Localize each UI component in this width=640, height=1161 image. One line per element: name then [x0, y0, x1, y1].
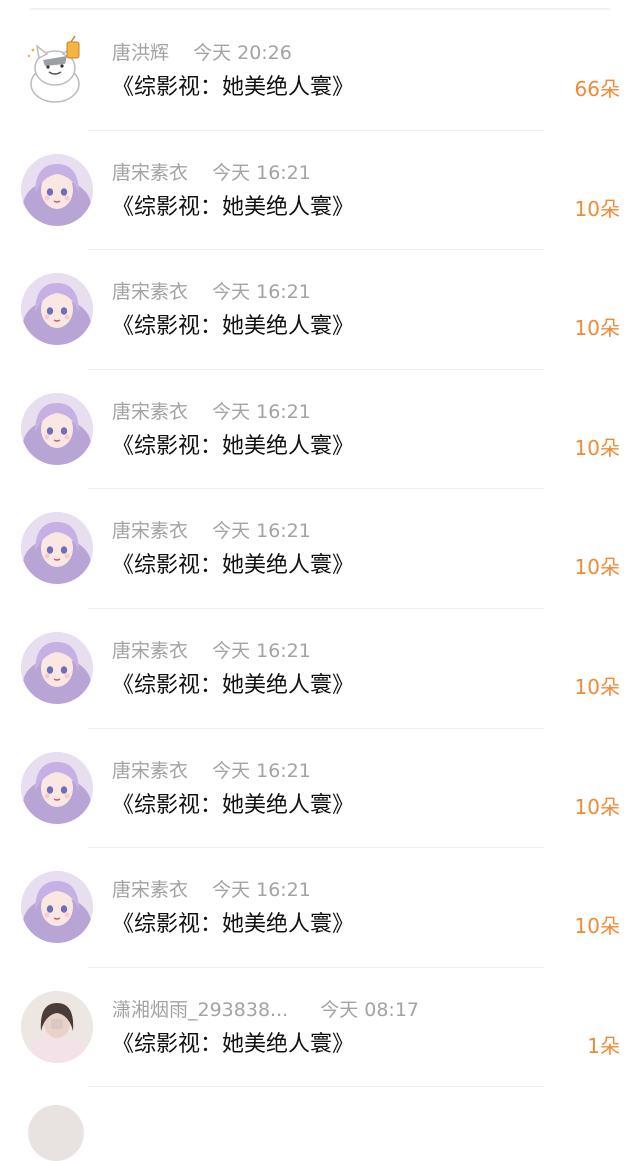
list-item[interactable]: 唐宋素衣 今天 16:21 《综影视：她美绝人寰》 10朵	[0, 370, 640, 490]
list-item[interactable]: 唐宋素衣 今天 16:21 《综影视：她美绝人寰》 10朵	[0, 609, 640, 729]
timestamp: 今天 20:26	[193, 42, 292, 64]
name-line: 唐宋素衣 今天 16:21	[112, 279, 311, 305]
name-line: 唐宋素衣 今天 16:21	[112, 160, 311, 186]
name-line: 唐宋素衣 今天 16:21	[112, 518, 311, 544]
timestamp: 今天 08:17	[320, 998, 419, 1021]
book-title[interactable]: 《综影视：她美绝人寰》	[112, 73, 354, 103]
timestamp: 今天 16:21	[212, 161, 311, 184]
anime-girl-avatar[interactable]	[21, 392, 93, 465]
anime-girl-avatar[interactable]	[21, 153, 93, 226]
timestamp: 今天 16:21	[212, 879, 311, 902]
book-title[interactable]: 《综影视：她美绝人寰》	[112, 1030, 354, 1060]
cat-avatar[interactable]	[21, 34, 93, 106]
book-title[interactable]: 《综影视：她美绝人寰》	[112, 551, 354, 581]
gift-record-list: 唐洪辉 今天 20:26 《综影视：她美绝人寰》 66朵 唐宋素衣 今天 16:…	[0, 11, 640, 1087]
name-line: 唐宋素衣 今天 16:21	[112, 758, 311, 784]
user-name[interactable]: 唐宋素衣	[112, 518, 188, 544]
user-name[interactable]: 唐宋素衣	[112, 758, 188, 784]
gift-count: 10朵	[574, 435, 620, 460]
user-name[interactable]: 唐宋素衣	[112, 399, 188, 425]
book-title[interactable]: 《综影视：她美绝人寰》	[112, 791, 354, 821]
gift-count: 10朵	[574, 674, 620, 699]
name-line: 潇湘烟雨_293838... 今天 08:17	[112, 997, 419, 1023]
next-avatar-peek	[28, 1105, 84, 1161]
name-line: 唐宋素衣 今天 16:21	[112, 638, 311, 664]
list-item[interactable]: 唐宋素衣 今天 16:21 《综影视：她美绝人寰》 10朵	[0, 489, 640, 609]
timestamp: 今天 16:21	[212, 520, 311, 543]
name-line: 唐宋素衣 今天 16:21	[112, 399, 311, 425]
list-item[interactable]: 潇湘烟雨_293838... 今天 08:17 《综影视：她美绝人寰》 1朵	[0, 968, 640, 1088]
list-item[interactable]: 唐宋素衣 今天 16:21 《综影视：她美绝人寰》 10朵	[0, 131, 640, 251]
name-line: 唐洪辉 今天 20:26	[112, 40, 292, 66]
list-item[interactable]: 唐宋素衣 今天 16:21 《综影视：她美绝人寰》 10朵	[0, 250, 640, 370]
gift-count: 10朵	[574, 794, 620, 819]
anime-girl-avatar[interactable]	[21, 631, 93, 704]
list-item[interactable]: 唐宋素衣 今天 16:21 《综影视：她美绝人寰》 10朵	[0, 848, 640, 968]
gift-count: 66朵	[574, 77, 620, 101]
photo-girl-avatar[interactable]	[21, 990, 93, 1063]
book-title[interactable]: 《综影视：她美绝人寰》	[112, 312, 354, 342]
book-title[interactable]: 《综影视：她美绝人寰》	[112, 193, 354, 223]
name-line: 唐宋素衣 今天 16:21	[112, 877, 311, 903]
user-name[interactable]: 唐宋素衣	[112, 877, 188, 903]
gift-count: 10朵	[574, 914, 620, 939]
book-title[interactable]: 《综影视：她美绝人寰》	[112, 671, 354, 701]
user-name[interactable]: 唐宋素衣	[112, 638, 188, 664]
timestamp: 今天 16:21	[212, 400, 311, 423]
gift-count: 1朵	[587, 1033, 620, 1058]
book-title[interactable]: 《综影视：她美绝人寰》	[112, 432, 354, 462]
gift-count: 10朵	[574, 555, 620, 580]
gift-count: 10朵	[574, 316, 620, 341]
user-name[interactable]: 潇湘烟雨_293838...	[112, 997, 288, 1023]
anime-girl-avatar[interactable]	[21, 871, 93, 944]
user-name[interactable]: 唐宋素衣	[112, 279, 188, 305]
user-name[interactable]: 唐宋素衣	[112, 160, 188, 186]
anime-girl-avatar[interactable]	[21, 273, 93, 346]
timestamp: 今天 16:21	[212, 639, 311, 662]
timestamp: 今天 16:21	[212, 759, 311, 782]
timestamp: 今天 16:21	[212, 281, 311, 304]
book-title[interactable]: 《综影视：她美绝人寰》	[112, 910, 354, 940]
list-item[interactable]: 唐洪辉 今天 20:26 《综影视：她美绝人寰》 66朵	[0, 11, 640, 131]
gift-count: 10朵	[574, 196, 620, 221]
anime-girl-avatar[interactable]	[21, 751, 93, 824]
anime-girl-avatar[interactable]	[21, 512, 93, 585]
list-item[interactable]: 唐宋素衣 今天 16:21 《综影视：她美绝人寰》 10朵	[0, 729, 640, 849]
user-name[interactable]: 唐洪辉	[112, 40, 169, 66]
top-bar	[0, 0, 640, 10]
